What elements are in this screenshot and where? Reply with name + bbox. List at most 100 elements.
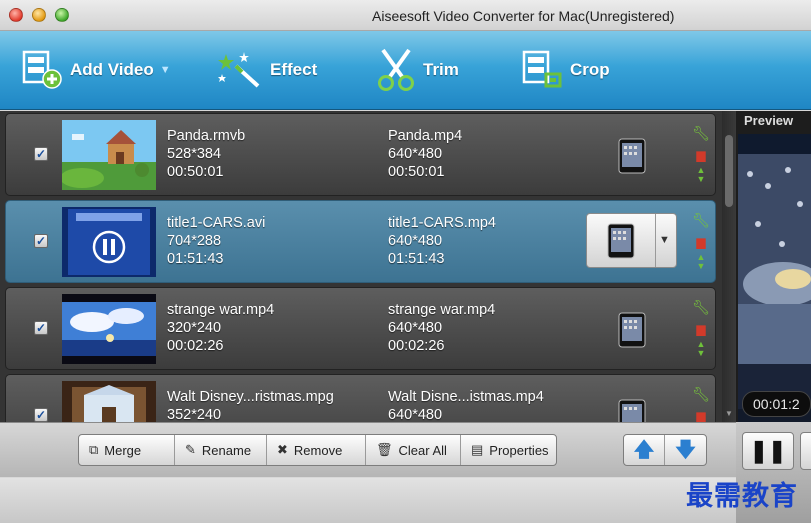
trash-icon[interactable]: ▆	[690, 405, 712, 422]
trash-icon[interactable]: ▆	[690, 231, 712, 253]
file-list: ✓ Panda.rmvb 528*384 00:50:01 Panda.mp4 …	[0, 111, 722, 422]
chevron-down-icon[interactable]: ▼	[160, 64, 171, 76]
video-thumbnail	[62, 381, 156, 422]
file-row[interactable]: ✓ Panda.rmvb 528*384 00:50:01 Panda.mp4 …	[5, 113, 716, 196]
output-filename: Walt Disne...istmas.mp4	[388, 389, 544, 405]
merge-button[interactable]: ⧉ Merge	[79, 435, 175, 465]
reorder-buttons: 🡅︎ 🡇︎	[623, 434, 707, 466]
rename-label: Rename	[201, 442, 252, 458]
output-duration: 00:50:01	[388, 164, 445, 180]
trim-label: Trim	[423, 60, 459, 79]
source-resolution: 704*288	[167, 233, 222, 249]
source-resolution: 352*240	[167, 407, 222, 422]
clear-all-label: Clear All	[398, 442, 447, 458]
merge-icon: ⧉	[89, 442, 99, 457]
crop-icon	[522, 50, 564, 90]
window-title: Aiseesoft Video Converter for Mac(Unregi…	[372, 8, 675, 24]
playback-time: 00:01:2	[742, 391, 811, 417]
effect-button[interactable]: Effect	[216, 47, 317, 93]
wrench-icon[interactable]: 🔧︎	[690, 383, 712, 405]
reorder-icon[interactable]: ▲ ▼	[690, 340, 712, 362]
main-toolbar: Add Video ▼ Effect Trim Crop	[0, 31, 811, 110]
output-resolution: 640*480	[388, 233, 443, 249]
output-duration: 00:02:26	[388, 338, 445, 354]
remove-label: Remove	[293, 442, 343, 458]
move-up-arrow-icon[interactable]: 🡅︎	[624, 435, 665, 465]
crop-button[interactable]: Crop	[522, 47, 610, 93]
title-bar: Aiseesoft Video Converter for Mac(Unregi…	[0, 0, 811, 31]
source-resolution: 528*384	[167, 146, 222, 162]
reorder-icon[interactable]: ▲ ▼	[690, 166, 712, 188]
scrollbar-thumb[interactable]	[725, 135, 733, 207]
source-filename: title1-CARS.avi	[167, 215, 266, 231]
chevron-down-icon[interactable]: ▼	[659, 234, 670, 246]
properties-label: Properties	[489, 442, 549, 458]
list-action-buttons: ⧉ Merge ✎ Rename ✖ Remove 🗑︎ Clear All ▤…	[78, 434, 557, 466]
add-video-button[interactable]: Add Video ▼	[22, 47, 171, 93]
source-resolution: 320*240	[167, 320, 222, 336]
file-checkbox[interactable]: ✓	[34, 321, 48, 335]
remove-button[interactable]: ✖ Remove	[267, 435, 366, 465]
output-resolution: 640*480	[388, 407, 443, 422]
output-filename: Panda.mp4	[388, 128, 463, 144]
ipad-icon[interactable]	[618, 138, 646, 174]
video-thumbnail	[62, 207, 156, 277]
minimize-window-button[interactable]	[32, 8, 46, 22]
source-filename: strange war.mp4	[167, 302, 275, 318]
add-video-label: Add Video	[70, 60, 154, 79]
source-duration: 00:50:01	[167, 164, 224, 180]
video-thumbnail	[62, 294, 156, 364]
trash-icon[interactable]: ▆	[690, 144, 712, 166]
effect-label: Effect	[270, 60, 318, 79]
magic-wand-icon	[216, 50, 264, 90]
move-down-arrow-icon[interactable]: 🡇︎	[665, 435, 706, 465]
source-duration: 01:51:43	[167, 251, 224, 267]
output-filename: title1-CARS.mp4	[388, 215, 496, 231]
remove-icon: ✖	[277, 442, 288, 457]
file-row[interactable]: ✓ Walt Disney...ristmas.mpg 352*240 Walt…	[5, 374, 716, 422]
source-duration: 00:02:26	[167, 338, 224, 354]
pencil-icon: ✎	[185, 442, 196, 457]
trim-button[interactable]: Trim	[375, 47, 459, 93]
file-row[interactable]: ✓ title1-CARS.avi 704*288 01:51:43 title…	[5, 200, 716, 283]
wrench-icon[interactable]: 🔧︎	[690, 296, 712, 318]
rename-button[interactable]: ✎ Rename	[175, 435, 267, 465]
output-resolution: 640*480	[388, 146, 443, 162]
output-filename: strange war.mp4	[388, 302, 496, 318]
close-window-button[interactable]	[9, 8, 23, 22]
output-resolution: 640*480	[388, 320, 443, 336]
reorder-icon[interactable]: ▲ ▼	[690, 253, 712, 275]
source-filename: Walt Disney...ristmas.mpg	[167, 389, 334, 405]
video-thumbnail	[62, 120, 156, 190]
list-action-bar: ⧉ Merge ✎ Rename ✖ Remove 🗑︎ Clear All ▤…	[0, 422, 736, 477]
document-icon: ▤	[471, 442, 484, 457]
next-frame-button[interactable]	[800, 432, 811, 470]
ipad-icon[interactable]	[618, 399, 646, 422]
zoom-window-button[interactable]	[55, 8, 69, 22]
output-duration: 01:51:43	[388, 251, 445, 267]
output-settings-pane	[0, 478, 736, 523]
ipad-icon[interactable]	[618, 312, 646, 348]
file-checkbox[interactable]: ✓	[34, 408, 48, 422]
file-row[interactable]: ✓ strange war.mp4 320*240 00:02:26 stran…	[5, 287, 716, 370]
preview-label: Preview	[744, 113, 794, 128]
scissors-icon	[375, 48, 417, 92]
trash-icon[interactable]: ▆	[690, 318, 712, 340]
source-filename: Panda.rmvb	[167, 128, 246, 144]
wrench-icon[interactable]: 🔧︎	[690, 122, 712, 144]
file-checkbox[interactable]: ✓	[34, 234, 48, 248]
trash-icon: 🗑︎	[376, 442, 393, 457]
output-profile-dropdown[interactable]: ▼	[586, 213, 677, 268]
properties-button[interactable]: ▤ Properties	[461, 435, 556, 465]
watermark-text: 最需教育	[686, 481, 798, 512]
file-checkbox[interactable]: ✓	[34, 147, 48, 161]
scroll-down-arrow-icon[interactable]: ▼	[725, 409, 733, 418]
preview-pane: Preview 00:01:2 ❚❚	[736, 111, 811, 523]
film-add-icon	[22, 50, 64, 90]
clear-all-button[interactable]: 🗑︎ Clear All	[366, 435, 461, 465]
crop-label: Crop	[570, 60, 610, 79]
ipad-icon	[607, 223, 635, 259]
file-list-scrollbar[interactable]: ▼	[722, 111, 736, 422]
wrench-icon[interactable]: 🔧︎	[690, 209, 712, 231]
pause-button[interactable]: ❚❚	[742, 432, 794, 470]
